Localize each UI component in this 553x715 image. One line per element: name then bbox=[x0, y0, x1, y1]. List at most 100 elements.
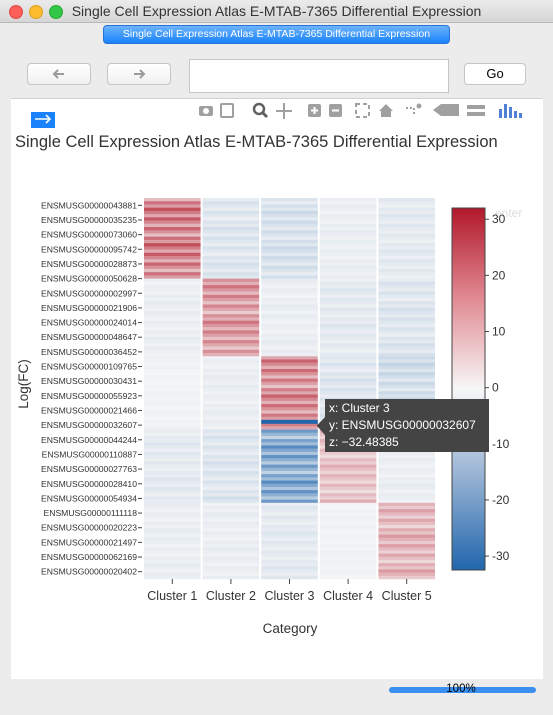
heatmap-cell[interactable] bbox=[202, 301, 260, 305]
heatmap-cell[interactable] bbox=[378, 359, 435, 363]
heatmap-cell[interactable] bbox=[202, 353, 260, 357]
heatmap-cell[interactable] bbox=[261, 569, 318, 573]
heatmap-cell[interactable] bbox=[378, 467, 435, 472]
heatmap-cell[interactable] bbox=[261, 502, 318, 507]
heatmap-cell[interactable] bbox=[202, 547, 260, 551]
heatmap-cell[interactable] bbox=[144, 340, 201, 344]
heatmap-cell[interactable] bbox=[319, 550, 377, 554]
heatmap-cell[interactable] bbox=[261, 207, 318, 212]
heatmap-cell[interactable] bbox=[378, 559, 435, 564]
heatmap-cell[interactable] bbox=[144, 458, 201, 462]
heatmap-cell[interactable] bbox=[202, 439, 260, 443]
heatmap-cell[interactable] bbox=[319, 477, 377, 481]
heatmap-cell[interactable] bbox=[319, 365, 377, 370]
heatmap-cell[interactable] bbox=[261, 346, 318, 351]
heatmap-cell[interactable] bbox=[261, 464, 318, 469]
heatmap-cell[interactable] bbox=[144, 201, 201, 205]
heatmap-cell[interactable] bbox=[378, 381, 435, 386]
heatmap-cell[interactable] bbox=[202, 442, 260, 446]
heatmap-cell[interactable] bbox=[202, 512, 260, 516]
heatmap-cell[interactable] bbox=[144, 404, 201, 408]
heatmap-cell[interactable] bbox=[261, 249, 318, 254]
heatmap-cell[interactable] bbox=[319, 502, 377, 507]
heatmap-cell[interactable] bbox=[144, 281, 201, 286]
heatmap-cell[interactable] bbox=[202, 413, 260, 418]
heatmap-cell[interactable] bbox=[319, 204, 377, 208]
heatmap-cell[interactable] bbox=[261, 448, 318, 453]
heatmap-cell[interactable] bbox=[378, 323, 435, 328]
heatmap-cell[interactable] bbox=[202, 236, 260, 241]
heatmap-cell[interactable] bbox=[144, 455, 201, 459]
heatmap-cell[interactable] bbox=[144, 480, 201, 484]
heatmap-cell[interactable] bbox=[261, 528, 318, 532]
heatmap-cell[interactable] bbox=[261, 320, 318, 325]
heatmap-cell[interactable] bbox=[144, 346, 201, 351]
heatmap-cell[interactable] bbox=[319, 575, 377, 580]
heatmap-cell[interactable] bbox=[378, 259, 435, 263]
heatmap-cell[interactable] bbox=[144, 544, 201, 548]
heatmap-cell[interactable] bbox=[261, 220, 318, 225]
heatmap-cell[interactable] bbox=[378, 217, 435, 221]
heatmap-cell[interactable] bbox=[202, 378, 260, 383]
heatmap-cell[interactable] bbox=[202, 397, 260, 402]
heatmap-cell[interactable] bbox=[319, 531, 377, 535]
heatmap-cell[interactable] bbox=[261, 531, 318, 535]
heatmap-cell[interactable] bbox=[261, 566, 318, 570]
heatmap-cell[interactable] bbox=[319, 515, 377, 519]
heatmap-cell[interactable] bbox=[144, 486, 201, 491]
heatmap-cell[interactable] bbox=[378, 375, 435, 379]
heatmap-cell[interactable] bbox=[319, 525, 377, 529]
heatmap-cell[interactable] bbox=[202, 330, 260, 334]
heatmap-cell[interactable] bbox=[144, 369, 201, 373]
heatmap-cell[interactable] bbox=[202, 288, 260, 292]
heatmap-cell[interactable] bbox=[144, 410, 201, 414]
heatmap-cell[interactable] bbox=[202, 525, 260, 529]
heatmap-cell[interactable] bbox=[319, 451, 377, 456]
heatmap-cell[interactable] bbox=[202, 210, 260, 215]
heatmap-cell[interactable] bbox=[144, 391, 201, 395]
plotly-logo-icon[interactable] bbox=[499, 104, 522, 118]
heatmap-cell[interactable] bbox=[261, 480, 318, 484]
heatmap-cell[interactable] bbox=[261, 432, 318, 437]
heatmap-cell[interactable] bbox=[202, 499, 260, 504]
heatmap-cell[interactable] bbox=[261, 365, 318, 370]
heatmap-cell[interactable] bbox=[202, 359, 260, 363]
heatmap-cell[interactable] bbox=[319, 556, 377, 561]
heatmap-cell[interactable] bbox=[202, 346, 260, 351]
heatmap-cell[interactable] bbox=[144, 521, 201, 526]
heatmap-cell[interactable] bbox=[319, 553, 377, 558]
zoom-icon[interactable] bbox=[252, 102, 269, 119]
heatmap-cell[interactable] bbox=[319, 268, 377, 273]
heatmap-cell[interactable] bbox=[319, 490, 377, 494]
heatmap-cell[interactable] bbox=[261, 246, 318, 250]
heatmap-cell[interactable] bbox=[202, 556, 260, 561]
heatmap-cell[interactable] bbox=[144, 553, 201, 558]
heatmap-cell[interactable] bbox=[144, 310, 201, 315]
heatmap-cell[interactable] bbox=[261, 359, 318, 363]
heatmap-cell[interactable] bbox=[202, 464, 260, 469]
heatmap-cell[interactable] bbox=[319, 537, 377, 542]
heatmap-cell[interactable] bbox=[144, 275, 201, 279]
heatmap-cell[interactable] bbox=[378, 281, 435, 286]
heatmap-cell[interactable] bbox=[261, 236, 318, 241]
heatmap-cell[interactable] bbox=[261, 333, 318, 338]
heatmap-cell[interactable] bbox=[378, 314, 435, 318]
heatmap-cell[interactable] bbox=[144, 372, 201, 376]
reset-icon[interactable] bbox=[379, 104, 393, 117]
heatmap-cell[interactable] bbox=[144, 426, 201, 430]
heatmap-cell[interactable] bbox=[378, 365, 435, 370]
heatmap-cell[interactable] bbox=[261, 550, 318, 554]
heatmap-cell[interactable] bbox=[319, 304, 377, 309]
heatmap-cell[interactable] bbox=[144, 445, 201, 449]
save-icon[interactable] bbox=[220, 103, 234, 118]
heatmap-cell[interactable] bbox=[144, 525, 201, 529]
heatmap-cell[interactable] bbox=[144, 493, 201, 497]
heatmap-cell[interactable] bbox=[144, 534, 201, 539]
heatmap-cell[interactable] bbox=[261, 314, 318, 318]
heatmap-cell[interactable] bbox=[261, 298, 318, 302]
heatmap-cell[interactable] bbox=[378, 540, 435, 545]
heatmap-cell[interactable] bbox=[261, 512, 318, 516]
heatmap-cell[interactable] bbox=[261, 210, 318, 215]
heatmap-cell[interactable] bbox=[319, 384, 377, 389]
heatmap-cell[interactable] bbox=[378, 201, 435, 205]
